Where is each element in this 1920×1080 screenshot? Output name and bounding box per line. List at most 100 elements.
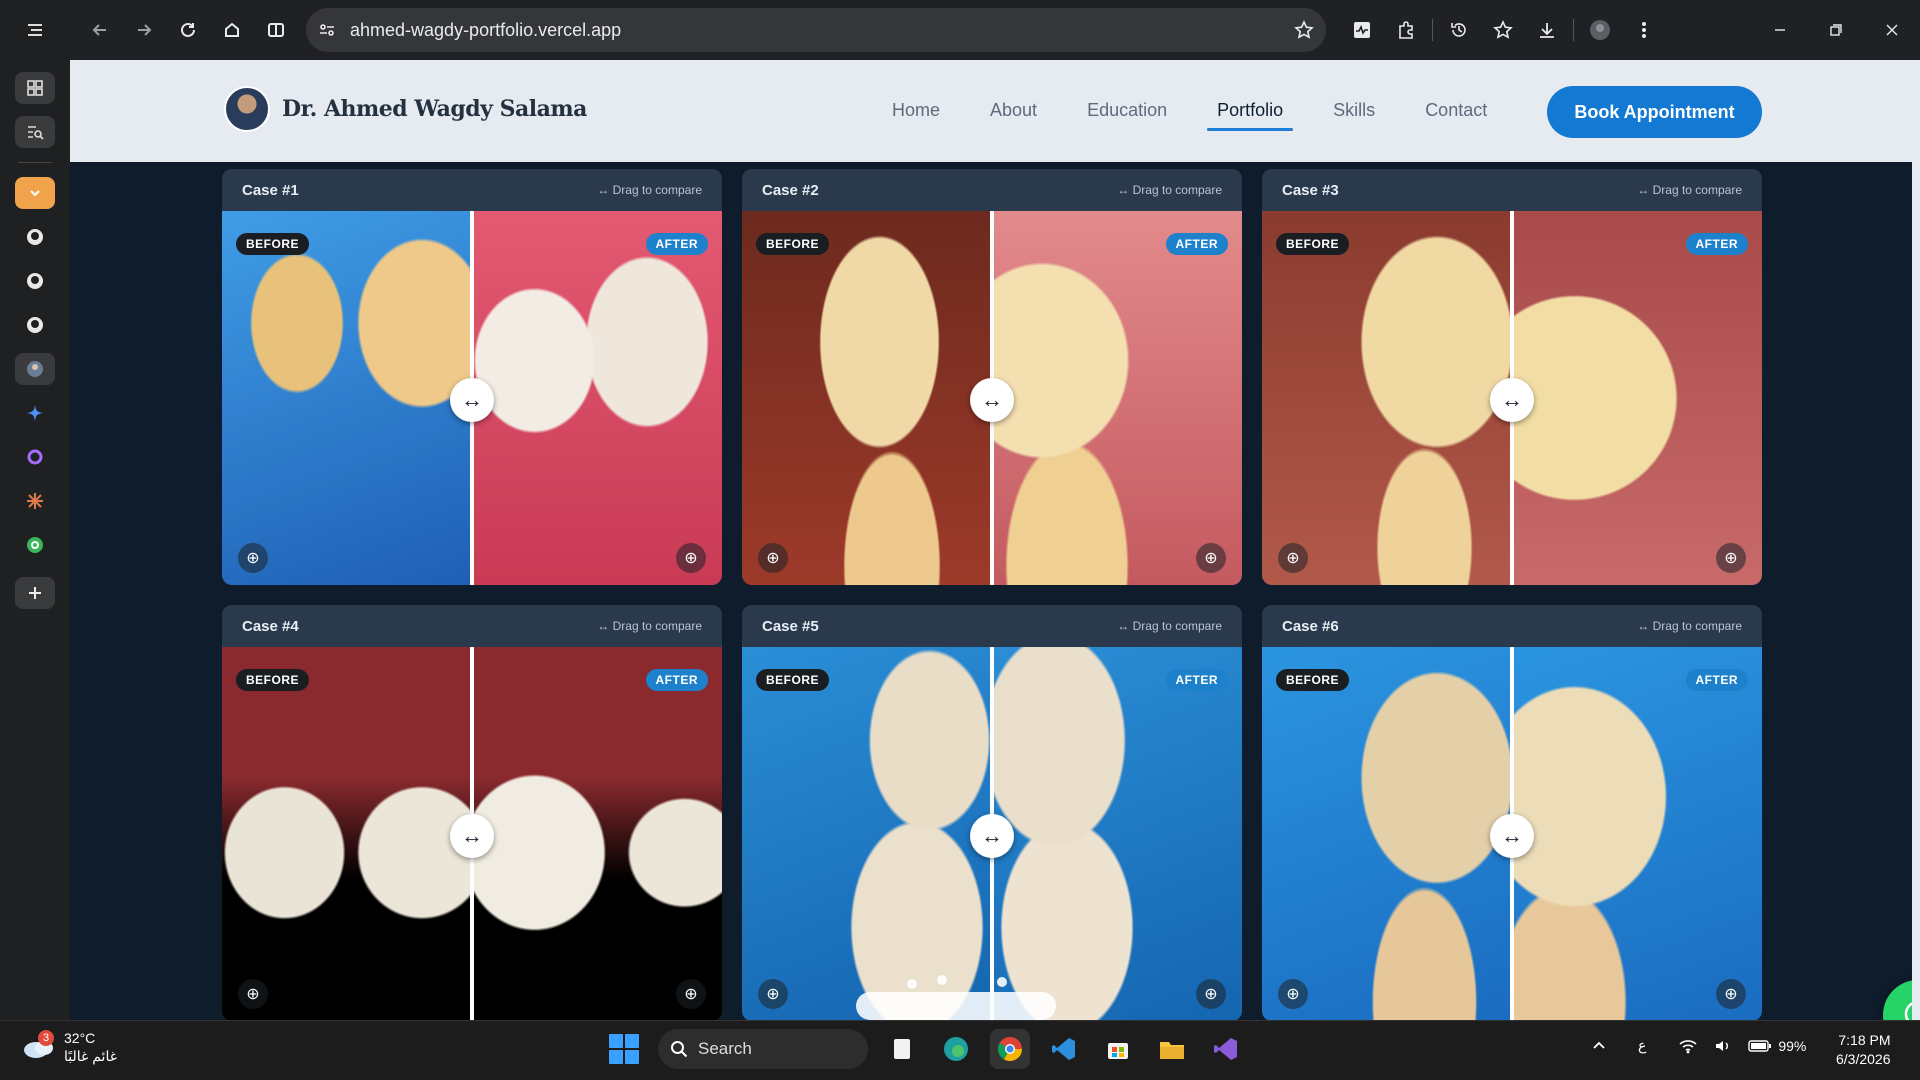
url-text[interactable]: ahmed-wagdy-portfolio.vercel.app (350, 20, 1294, 41)
history-icon[interactable] (1437, 8, 1481, 52)
compare-handle[interactable]: ↔ (450, 378, 494, 422)
edge-icon[interactable] (936, 1029, 976, 1069)
file-app-icon[interactable] (882, 1029, 922, 1069)
volume-icon[interactable] (1714, 1038, 1732, 1054)
favorites-icon[interactable] (1481, 8, 1525, 52)
profile-avatar[interactable] (1578, 8, 1622, 52)
copilot-icon[interactable] (15, 441, 55, 473)
after-badge: AFTER (645, 233, 708, 255)
store-icon[interactable] (1098, 1029, 1138, 1069)
search-tabs-icon[interactable] (15, 116, 55, 148)
book-appointment-button[interactable]: Book Appointment (1547, 86, 1762, 138)
chevron-down-icon[interactable] (15, 177, 55, 209)
add-icon[interactable] (15, 577, 55, 609)
language-indicator[interactable]: ع (1638, 1037, 1646, 1054)
vscode-icon[interactable] (1044, 1029, 1084, 1069)
search-label: Search (698, 1039, 752, 1058)
download-icon[interactable] (1525, 8, 1569, 52)
compare-handle[interactable]: ↔ (970, 378, 1014, 422)
before-badge: BEFORE (756, 233, 830, 255)
zoom-icon[interactable]: ⊕ (1716, 543, 1746, 573)
compare-handle[interactable]: ↔ (970, 814, 1014, 858)
profile-site-icon[interactable] (15, 353, 55, 385)
drag-hint: ↔ Drag to compare (1637, 183, 1742, 197)
compare-handle[interactable]: ↔ (1490, 814, 1534, 858)
reload-icon[interactable] (166, 8, 210, 52)
nav-skills[interactable]: Skills (1333, 100, 1375, 121)
nav-education[interactable]: Education (1087, 100, 1167, 121)
after-badge: AFTER (1685, 669, 1748, 691)
before-after-slider[interactable]: BEFORE AFTER ↔ ⊕ ⊕ (222, 211, 722, 585)
drag-hint: ↔ Drag to compare (1637, 619, 1742, 633)
chatgpt-icon[interactable] (15, 529, 55, 561)
nav-about[interactable]: About (990, 100, 1037, 121)
chevron-up-icon[interactable] (1592, 1039, 1606, 1053)
date: 6/3/2026 (1836, 1051, 1891, 1067)
zoom-icon[interactable]: ⊕ (1278, 979, 1308, 1009)
notification-badge: 3 (38, 1030, 54, 1046)
before-after-slider[interactable]: BEFORE AFTER ↔ ⊕ ⊕ (742, 211, 1242, 585)
github-icon[interactable] (15, 309, 55, 341)
taskbar-search[interactable]: Search (658, 1029, 868, 1069)
extension-activity-icon[interactable] (1340, 8, 1384, 52)
split-view-icon[interactable] (254, 8, 298, 52)
gemini-icon[interactable] (15, 397, 55, 429)
zoom-icon[interactable]: ⊕ (758, 979, 788, 1009)
zoom-icon[interactable]: ⊕ (1716, 979, 1746, 1009)
battery-icon[interactable] (1748, 1039, 1772, 1053)
more-menu-icon[interactable] (1622, 8, 1666, 52)
weather-widget[interactable]: 3 32°C غائم غالبًا (22, 1029, 117, 1065)
brand[interactable]: Dr. Ahmed Wagdy Salama (224, 86, 587, 132)
nav-portfolio[interactable]: Portfolio (1207, 100, 1294, 131)
clock[interactable]: 7:18 PM 6/3/2026 (1836, 1031, 1891, 1069)
visual-studio-icon[interactable] (1206, 1029, 1246, 1069)
apps-grid-icon[interactable] (15, 72, 55, 104)
extensions-icon[interactable] (1384, 8, 1428, 52)
claude-icon[interactable] (15, 485, 55, 517)
compare-handle[interactable]: ↔ (1490, 378, 1534, 422)
zoom-icon[interactable]: ⊕ (238, 543, 268, 573)
page-scrollbar[interactable] (1912, 60, 1920, 1020)
before-after-slider[interactable]: BEFORE AFTER ↔ ⊕ ⊕ (1262, 647, 1762, 1020)
menu-icon[interactable] (15, 14, 55, 46)
zoom-icon[interactable]: ⊕ (1278, 543, 1308, 573)
before-after-slider[interactable]: BEFORE AFTER ↔ ⊕ ⊕ (1262, 211, 1762, 585)
zoom-icon[interactable]: ⊕ (676, 979, 706, 1009)
after-badge: AFTER (1685, 233, 1748, 255)
before-after-slider[interactable]: BEFORE AFTER ↔ ⊕ ⊕ (222, 647, 722, 1020)
nav-contact[interactable]: Contact (1425, 100, 1487, 121)
address-bar[interactable]: ahmed-wagdy-portfolio.vercel.app (306, 8, 1326, 52)
zoom-icon[interactable]: ⊕ (238, 979, 268, 1009)
before-after-slider[interactable]: BEFORE AFTER ↔ ⊕ ⊕ (742, 647, 1242, 1020)
bookmark-star-icon[interactable] (1294, 20, 1314, 40)
zoom-icon[interactable]: ⊕ (1196, 979, 1226, 1009)
site-header: Dr. Ahmed Wagdy Salama Home About Educat… (70, 60, 1920, 162)
github-icon[interactable] (15, 265, 55, 297)
system-tray: ع 99% (1592, 1037, 1806, 1054)
weather-temp: 32°C (64, 1030, 96, 1046)
github-icon[interactable] (15, 221, 55, 253)
zoom-icon[interactable]: ⊕ (676, 543, 706, 573)
restore-icon[interactable] (1808, 8, 1864, 52)
site-info-icon[interactable] (318, 21, 336, 39)
wifi-icon[interactable] (1678, 1038, 1698, 1054)
minimize-icon[interactable] (1752, 8, 1808, 52)
before-badge: BEFORE (236, 669, 310, 691)
drag-hint: ↔ Drag to compare (1117, 183, 1222, 197)
case-title: Case #3 (1282, 181, 1339, 199)
home-icon[interactable] (210, 8, 254, 52)
sidebar-divider (18, 162, 52, 163)
case-title: Case #6 (1282, 617, 1339, 635)
zoom-icon[interactable]: ⊕ (1196, 543, 1226, 573)
zoom-icon[interactable]: ⊕ (758, 543, 788, 573)
case-card: Case #4 ↔ Drag to compare BEFORE AFTER ↔ … (222, 605, 722, 1020)
compare-handle[interactable]: ↔ (450, 814, 494, 858)
file-explorer-icon[interactable] (1152, 1029, 1192, 1069)
chrome-icon[interactable] (990, 1029, 1030, 1069)
nav-home[interactable]: Home (892, 100, 940, 121)
forward-icon[interactable] (122, 8, 166, 52)
back-icon[interactable] (78, 8, 122, 52)
close-icon[interactable] (1864, 8, 1920, 52)
windows-start-icon[interactable] (604, 1029, 644, 1069)
brand-name[interactable]: Dr. Ahmed Wagdy Salama (282, 96, 587, 122)
